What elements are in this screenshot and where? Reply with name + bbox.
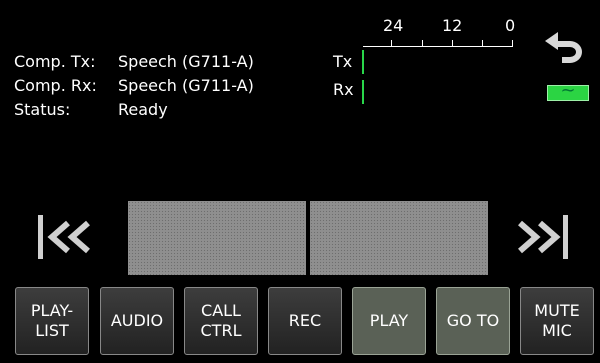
comp-tx-label: Comp. Tx: <box>14 52 96 71</box>
button-line: AUDIO <box>110 311 164 330</box>
button-line: CTRL <box>200 321 242 340</box>
audio-button[interactable]: AUDIO <box>100 287 174 355</box>
comp-rx-label: Comp. Rx: <box>14 76 97 95</box>
play-button[interactable]: PLAY <box>352 287 426 355</box>
button-line: MIC <box>542 321 572 340</box>
status-label: Status: <box>14 100 71 119</box>
meter-tx-bar <box>362 50 364 74</box>
meter-tick <box>512 40 513 46</box>
meter-tick <box>391 40 392 46</box>
call-ctrl-button[interactable]: CALL CTRL <box>184 287 258 355</box>
meter-tx-label: Tx <box>333 52 353 71</box>
comp-tx-value: Speech (G711-A) <box>118 52 254 71</box>
mute-mic-button[interactable]: MUTE MIC <box>520 287 594 355</box>
rec-button[interactable]: REC <box>268 287 342 355</box>
button-line: MUTE <box>534 301 580 320</box>
undo-arrow-icon[interactable] <box>540 24 590 64</box>
skip-back-icon[interactable] <box>36 207 94 267</box>
comp-rx-value: Speech (G711-A) <box>118 76 254 95</box>
meter-tick <box>422 40 423 46</box>
waveform-left[interactable] <box>128 201 306 275</box>
meter-tick <box>452 40 453 46</box>
indicator-glyph: ~ <box>560 80 576 101</box>
meter-scale-0: 0 <box>505 16 516 35</box>
meter-scale-line <box>363 46 513 47</box>
green-tilde-indicator-icon: ~ <box>547 80 589 101</box>
meter-scale-24: 24 <box>383 16 404 35</box>
waveform-right[interactable] <box>310 201 488 275</box>
go-to-button[interactable]: GO TO <box>436 287 510 355</box>
button-line: PLAY <box>369 311 409 330</box>
meter-scale-12: 12 <box>442 16 463 35</box>
meter-tick <box>482 40 483 46</box>
meter-rx-bar <box>362 80 364 104</box>
status-value: Ready <box>118 100 168 119</box>
playlist-button[interactable]: PLAY- LIST <box>15 287 89 355</box>
button-line: CALL <box>201 301 241 320</box>
button-line: GO TO <box>446 311 500 330</box>
meter-rx-label: Rx <box>333 80 354 99</box>
skip-forward-icon[interactable] <box>512 207 570 267</box>
button-line: PLAY- <box>30 301 74 320</box>
button-line: REC <box>288 311 322 330</box>
button-line: LIST <box>35 321 69 340</box>
